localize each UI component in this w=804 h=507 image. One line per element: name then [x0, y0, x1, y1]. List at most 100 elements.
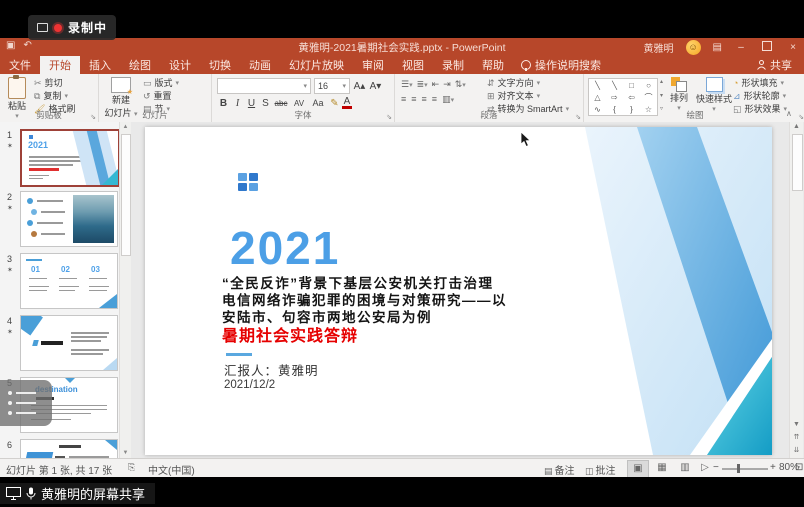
tab-insert[interactable]: 插入	[80, 56, 120, 74]
comments-button[interactable]: ◫批注	[585, 462, 616, 477]
font-name-combo[interactable]: ▾	[217, 78, 311, 94]
previous-slide-icon[interactable]: ⇈	[790, 433, 803, 441]
restore-button[interactable]	[760, 41, 774, 54]
tab-home[interactable]: 开始	[40, 56, 80, 74]
reading-view-icon[interactable]: ▥	[675, 460, 695, 476]
align-right-icon[interactable]: ≡	[422, 94, 427, 105]
decrease-indent-icon[interactable]: ⇤	[432, 79, 440, 90]
slide-scrollbar-thumb[interactable]	[792, 134, 803, 191]
clipboard-dialog-launcher[interactable]: ⇘	[90, 113, 96, 121]
shape-fill-button[interactable]: ◔形状填充▾	[733, 78, 787, 89]
meeting-side-widget[interactable]	[0, 380, 52, 426]
slide-date: 2021/12/2	[224, 379, 275, 391]
slide-thumbnail-4[interactable]	[20, 315, 118, 371]
grow-font-icon[interactable]: A▴	[353, 81, 366, 92]
slide-thumbnail-3[interactable]: 01 02 03	[20, 253, 118, 309]
font-size-combo[interactable]: 16▾	[314, 78, 350, 94]
line-spacing-icon[interactable]: ⇅▾	[455, 79, 466, 90]
thumbnail-scrollbar-thumb[interactable]	[121, 134, 131, 256]
paragraph-dialog-launcher[interactable]: ⇘	[575, 113, 581, 121]
slide-thumbnail-1[interactable]: 2021	[20, 129, 120, 187]
share-button[interactable]: 共享	[745, 56, 804, 74]
title-bar: ▣ ↶ 黄雅明-2021暑期社会实践.pptx - PowerPoint 黄雅明…	[0, 38, 804, 56]
slides-group-label: 幻灯片	[99, 109, 211, 121]
spellcheck-icon[interactable]: ⎘	[128, 462, 137, 473]
text-direction-button[interactable]: ⇵文字方向▾	[487, 78, 569, 89]
font-dialog-launcher[interactable]: ⇘	[386, 113, 392, 121]
drawing-group-label: 绘图	[584, 109, 804, 121]
account-name[interactable]: 黄雅明	[644, 40, 674, 55]
tab-draw[interactable]: 绘图	[120, 56, 160, 74]
monitor-icon	[6, 487, 21, 500]
text-shadow-button[interactable]: S	[259, 98, 272, 109]
slide-thumbnail-2[interactable]	[20, 191, 118, 247]
scroll-down-icon[interactable]: ▼	[790, 421, 803, 428]
zoom-slider-knob[interactable]	[737, 464, 740, 473]
tab-design[interactable]: 设计	[160, 56, 200, 74]
slide-counter[interactable]: 幻灯片 第 1 张, 共 17 张	[6, 462, 112, 477]
reset-button[interactable]: ↺重置	[143, 91, 179, 102]
scroll-up-icon[interactable]: ▲	[120, 124, 131, 130]
highlight-color-icon[interactable]: ✎	[328, 98, 341, 109]
next-slide-icon[interactable]: ⇊	[790, 446, 803, 454]
align-left-icon[interactable]: ≡	[401, 94, 406, 105]
slide-year: 2021	[230, 221, 340, 275]
cut-button[interactable]: ✂剪切	[34, 78, 75, 89]
drawing-dialog-launcher[interactable]: ⇘	[798, 113, 804, 121]
thumbnail-number: 2	[7, 192, 12, 202]
avatar[interactable]: ☺	[686, 40, 701, 55]
minimize-button[interactable]: –	[734, 42, 748, 53]
zoom-in-icon[interactable]: +	[770, 462, 776, 473]
tab-help[interactable]: 帮助	[473, 56, 513, 74]
tab-animations[interactable]: 动画	[240, 56, 280, 74]
character-spacing-button[interactable]: AV	[290, 99, 308, 108]
tab-slideshow[interactable]: 幻灯片放映	[280, 56, 353, 74]
justify-icon[interactable]: ≡	[432, 94, 437, 105]
thumbnail-scrollbar[interactable]: ▲ ▼	[119, 122, 131, 458]
recording-window-icon	[37, 23, 48, 32]
tab-transitions[interactable]: 切换	[200, 56, 240, 74]
ribbon-display-options-icon[interactable]: ▤	[713, 42, 722, 53]
ribbon-tabs: 文件 开始 插入 绘图 设计 切换 动画 幻灯片放映 审阅 视图 录制 帮助 操…	[0, 56, 804, 74]
copy-button[interactable]: ⧉复制▾	[34, 91, 75, 102]
new-slide-icon	[111, 77, 131, 93]
collapse-ribbon-icon[interactable]: ∧	[786, 109, 792, 118]
strikethrough-button[interactable]: abc	[273, 99, 289, 108]
language-indicator[interactable]: 中文(中国)	[148, 462, 195, 477]
tell-me-search[interactable]: 操作说明搜索	[513, 56, 609, 74]
close-button[interactable]: ×	[786, 42, 800, 53]
bullets-icon[interactable]: ☰▾	[401, 79, 413, 90]
bold-button[interactable]: B	[217, 98, 230, 109]
fit-to-window-icon[interactable]: ⊡	[795, 462, 803, 473]
zoom-out-icon[interactable]: −	[713, 462, 719, 473]
recording-badge[interactable]: 录制中	[28, 15, 116, 40]
slide-scrollbar[interactable]: ▲ ▼ ⇈ ⇊	[789, 122, 803, 458]
align-center-icon[interactable]: ≡	[411, 94, 416, 105]
change-case-button[interactable]: Aa	[309, 98, 327, 108]
numbering-icon[interactable]: ≣▾	[417, 79, 428, 90]
scroll-down-icon[interactable]: ▼	[120, 450, 131, 456]
tab-view[interactable]: 视图	[393, 56, 433, 74]
tab-review[interactable]: 审阅	[353, 56, 393, 74]
thumbnail-number: 4	[7, 316, 12, 326]
font-color-button[interactable]: A	[342, 97, 352, 109]
thumbnail-number: 3	[7, 254, 12, 264]
italic-button[interactable]: I	[231, 98, 244, 109]
slide-canvas[interactable]: 2021 “全民反诈”背景下基层公安机关打击治理 电信网络诈骗犯罪的困境与对策研…	[145, 127, 772, 455]
tab-record[interactable]: 录制	[433, 56, 473, 74]
shape-outline-button[interactable]: ⊿形状轮廓▾	[733, 91, 787, 102]
scroll-up-icon[interactable]: ▲	[790, 123, 803, 130]
slideshow-view-icon[interactable]: ▷	[695, 460, 715, 476]
tab-file[interactable]: 文件	[0, 56, 40, 74]
normal-view-icon[interactable]: ▣	[627, 460, 649, 478]
microphone-icon	[26, 487, 36, 500]
shrink-font-icon[interactable]: A▾	[369, 81, 382, 92]
underline-button[interactable]: U	[245, 98, 258, 109]
zoom-slider[interactable]	[722, 468, 768, 470]
layout-button[interactable]: ▭版式▾	[143, 78, 179, 89]
slide-sorter-view-icon[interactable]: ▦	[652, 460, 672, 476]
columns-icon[interactable]: ▥▾	[442, 94, 454, 105]
notes-button[interactable]: ▤备注	[544, 462, 575, 477]
align-text-button[interactable]: ⊞对齐文本▾	[487, 91, 569, 102]
increase-indent-icon[interactable]: ⇥	[443, 79, 451, 90]
